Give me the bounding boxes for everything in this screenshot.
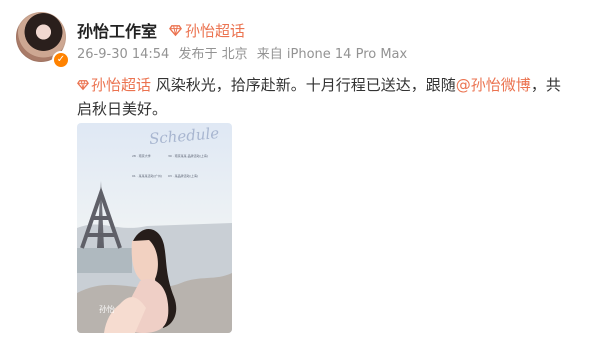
poster-illustration [77, 181, 232, 333]
verified-icon: ✓ [52, 51, 70, 69]
posted-location: 发布于 北京 [178, 47, 248, 62]
post-text-start: 风染秋光，拾序赴新。十月行程已送达，跟随 [151, 76, 456, 94]
topic-label: 孙怡超话 [91, 76, 152, 94]
super-topic-link[interactable]: 孙怡超话 [169, 20, 245, 41]
schedule-item: 30 · 南京某某 品牌活动(上海) [168, 154, 208, 158]
topic-link[interactable]: 孙怡超话 [77, 76, 151, 94]
schedule-item: 01 · 某某某活动(广州) [132, 174, 163, 178]
schedule-item: 03 · 某品牌活动(上海) [168, 174, 199, 178]
timestamp[interactable]: 26-9-30 14:54 [77, 47, 169, 62]
diamond-icon [77, 80, 89, 91]
poster-name: 孙怡 [99, 305, 115, 314]
mention-link[interactable]: @孙怡微博 [456, 76, 531, 94]
schedule-poster-image[interactable]: Schedule 28 · 南京大学 30 · 南京某某 品牌活动(上海) 01… [77, 123, 232, 333]
account-name[interactable]: 孙怡工作室 [77, 18, 157, 42]
diamond-icon [169, 24, 182, 36]
schedule-item: 28 · 南京大学 [132, 154, 151, 158]
post-meta: 26-9-30 14:54 发布于 北京 来自 iPhone 14 Pro Ma… [77, 43, 412, 62]
post-source: 来自 iPhone 14 Pro Max [256, 47, 408, 62]
post-content: 孙怡超话 风染秋光，拾序赴新。十月行程已送达，跟随@孙怡微博，共启秋日美好。 [77, 73, 572, 121]
super-topic-label: 孙怡超话 [185, 21, 246, 40]
